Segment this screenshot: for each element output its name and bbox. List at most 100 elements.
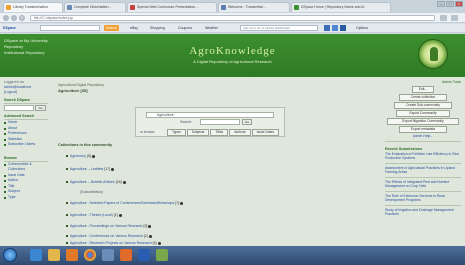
scope-select[interactable]: Agriculture <box>146 112 274 118</box>
back-icon[interactable]: ‹ <box>3 15 9 21</box>
toolbar-address-input[interactable]: Ask.com | Go to Library Dashboard <box>240 25 318 31</box>
collection-name[interactable]: Agriculture : Conferences on Various Res… <box>70 234 143 238</box>
collection-item[interactable]: Agriculture : Research Projects on Vario… <box>66 241 161 245</box>
os-taskbar <box>0 246 465 265</box>
browser-tab-bar: Library Transformation Complete Disserta… <box>0 0 465 13</box>
menu-icon[interactable] <box>451 15 458 21</box>
close-icon[interactable]: × <box>455 1 463 7</box>
browser-tab[interactable]: Special Web Curriculum Presentation... <box>127 2 217 12</box>
edit-button[interactable]: Edit... <box>412 86 434 93</box>
sidebar-link-subscribe[interactable]: Subscribe / Alerts <box>4 142 48 148</box>
media-player-icon[interactable] <box>66 249 78 261</box>
recent-submission-link[interactable]: Assessment of Agricultural Practices in … <box>385 166 461 175</box>
collection-count: [18] <box>115 180 122 184</box>
folder-icon[interactable] <box>48 249 60 261</box>
sidebar-go-button[interactable]: Go <box>35 105 47 111</box>
bookmark-options[interactable]: Options <box>356 25 368 32</box>
app-icon[interactable] <box>156 249 168 261</box>
word-icon[interactable] <box>138 249 150 261</box>
forward-icon[interactable]: › <box>11 15 17 21</box>
rss-icon[interactable] <box>111 167 115 171</box>
chrome-icon[interactable] <box>84 249 96 261</box>
browse-authors-button[interactable]: Authors <box>229 128 251 136</box>
url-input[interactable]: file:///C:/dspace/index.jsp <box>30 15 435 21</box>
bullet-icon <box>66 242 68 244</box>
bullet-icon <box>66 202 68 204</box>
logout-link[interactable]: (Logout) <box>4 90 48 95</box>
collection-name[interactable]: Agriculture : Theses (Local) <box>70 213 113 217</box>
browse-subjects-button[interactable]: Subjects <box>186 128 210 136</box>
rss-icon[interactable] <box>148 224 152 228</box>
search-heading: Search DSpace <box>4 98 48 104</box>
browser-icon[interactable] <box>120 249 132 261</box>
recent-submission-link[interactable]: The Evaluation of Fertilizer Use Efficie… <box>385 152 461 161</box>
collection-count: [17] <box>104 167 111 171</box>
bookmark-coupons[interactable]: Coupons <box>178 25 192 32</box>
start-button-icon[interactable] <box>3 248 17 262</box>
browser-tab[interactable]: Complete Dissertation... <box>64 2 126 12</box>
recent-submission-link[interactable]: The Effects of Integrated Pest and Nutri… <box>385 180 461 189</box>
social-icon[interactable] <box>332 25 338 31</box>
toolbar-search-input[interactable] <box>40 25 100 31</box>
browse-titles-button[interactable]: Titles <box>210 128 229 136</box>
site-logo[interactable] <box>418 39 448 69</box>
collection-item[interactable]: Agriculture : Proceedings on Various Res… <box>66 224 152 228</box>
reload-icon[interactable]: ↻ <box>19 15 25 21</box>
collection-count: [4] <box>152 241 157 245</box>
browse-types-button[interactable]: Types <box>167 128 186 136</box>
browser-tab[interactable]: Welcome - Transmittal... <box>218 2 290 12</box>
export-migration-button[interactable]: Export Migration Community <box>387 118 459 125</box>
recent-submission-link[interactable]: Study of Irrigation and Drainage Managem… <box>385 208 461 217</box>
search-label: Search: <box>180 120 193 124</box>
collection-item[interactable]: Agriculture -- Bulletin Articles [18] <box>66 180 126 184</box>
bookmark-dspace[interactable]: DSpace <box>3 25 16 32</box>
page-favicon-icon <box>221 5 226 10</box>
rss-icon[interactable] <box>148 234 152 238</box>
community-search-box: Agriculture Search: Go or browse Types S… <box>135 107 285 137</box>
minimize-icon[interactable]: – <box>437 1 445 7</box>
tab-label: DSpace Home | Repository Name and Id <box>301 5 365 9</box>
mail-icon[interactable] <box>102 249 114 261</box>
rss-icon[interactable] <box>122 180 126 184</box>
create-subcommunity-button[interactable]: Create Sub-community <box>394 102 452 109</box>
collection-name[interactable]: Agriculture -- Bulletin Articles <box>70 180 115 184</box>
browser-tab[interactable]: DSpace Home | Repository Name and Id <box>291 2 391 12</box>
collection-item[interactable]: Agriculture : Theses (Local) [1] <box>66 213 122 217</box>
star-icon[interactable] <box>440 15 447 21</box>
create-collection-button[interactable]: Create collection <box>399 94 447 101</box>
rss-icon[interactable] <box>118 213 122 217</box>
community-search-input[interactable] <box>200 119 240 125</box>
rss-icon[interactable] <box>180 201 184 205</box>
maximize-icon[interactable]: □ <box>446 1 454 7</box>
collection-name[interactable]: Agriculture : Selected Papers of Confere… <box>70 201 174 205</box>
export-community-button[interactable]: Export Community <box>396 110 450 117</box>
bookmark-weather[interactable]: Weather <box>205 25 218 32</box>
browse-link-communities[interactable]: Communities & Collections <box>4 162 48 173</box>
browse-buttons-row: or browse Types Subjects Titles Authors … <box>140 128 282 136</box>
export-metadata-button[interactable]: Export metadata <box>399 126 447 133</box>
collection-name[interactable]: Agronomy <box>70 154 86 158</box>
facebook-icon[interactable] <box>324 25 330 31</box>
collection-item[interactable]: Agronomy [5] <box>66 154 95 158</box>
bookmark-ebay[interactable]: eBay <box>130 25 138 32</box>
browse-link-type[interactable]: Type <box>4 195 48 201</box>
browse-dates-button[interactable]: Issue Dates <box>251 128 280 136</box>
recent-submission-link[interactable]: The Role of Extension Services in Rural … <box>385 194 461 203</box>
browser-tab[interactable]: Library Transformation <box>3 2 63 12</box>
bookmark-shopping[interactable]: Shopping <box>150 25 165 32</box>
rss-icon[interactable] <box>91 154 95 158</box>
tab-label: Special Web Curriculum Presentation... <box>137 5 199 9</box>
collection-item[interactable]: Agriculture -- Leaflets [17] <box>66 167 115 171</box>
collection-item[interactable]: Agriculture : Selected Papers of Confere… <box>66 201 184 205</box>
collection-name[interactable]: Agriculture : Proceedings on Various Res… <box>70 224 143 228</box>
mail-icon[interactable] <box>340 25 346 31</box>
sidebar-search-input[interactable] <box>4 105 34 111</box>
collection-name[interactable]: Agriculture -- Leaflets <box>70 167 103 171</box>
community-go-button[interactable]: Go <box>242 119 252 125</box>
collection-name[interactable]: Agriculture : Research Projects on Vario… <box>70 241 152 245</box>
toolbar-search-button[interactable]: Search <box>104 25 120 31</box>
collection-item[interactable]: Agriculture : Conferences on Various Res… <box>66 234 152 238</box>
admin-help-link[interactable]: Admin Help... <box>385 134 461 139</box>
rss-icon[interactable] <box>157 241 161 245</box>
ie-icon[interactable] <box>30 249 42 261</box>
